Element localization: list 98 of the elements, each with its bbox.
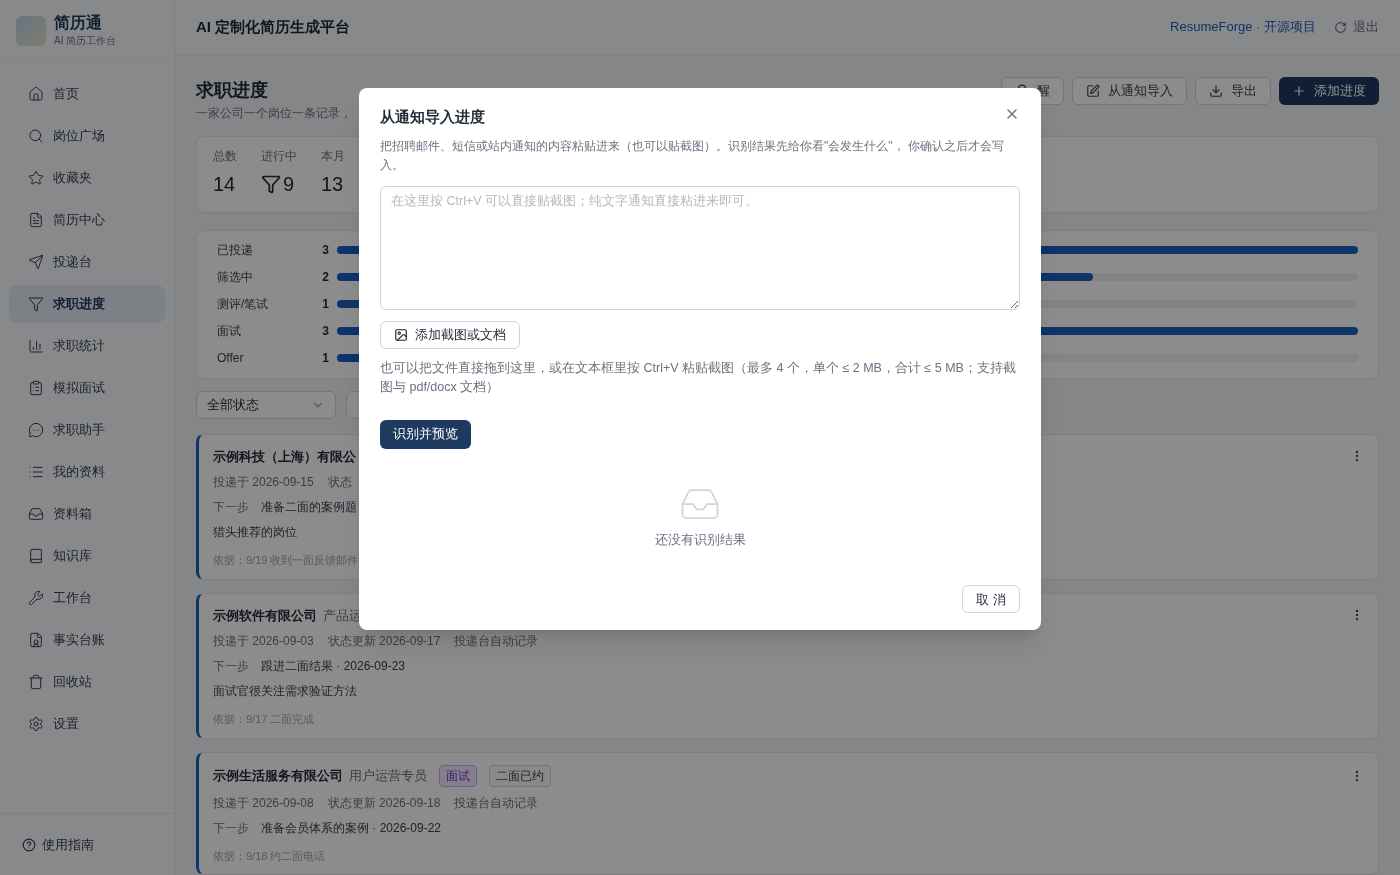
status-tag: 二面已约	[489, 764, 551, 787]
card-meta: 投递于 2026-09-03	[213, 633, 314, 650]
cancel-button[interactable]: 取 消	[962, 585, 1020, 614]
sidebar-item[interactable]: 求职进度	[9, 285, 165, 323]
status-tag: 面试	[439, 764, 477, 787]
help-link[interactable]: 使用指南	[22, 834, 94, 855]
app-name: 简历通	[54, 13, 103, 33]
stat-label: 本月	[321, 148, 345, 165]
dialog-title: 从通知导入进度	[380, 107, 485, 127]
sidebar-item[interactable]: 求职助手	[9, 411, 165, 449]
status-label: 面试	[217, 323, 242, 341]
next-step-value: 准备二面的案例题	[261, 499, 357, 516]
funnel-icon	[28, 296, 44, 312]
stat-value: 9	[283, 172, 295, 197]
bar-chart-icon	[28, 338, 44, 354]
app-subtitle: AI 简历工作台	[54, 34, 117, 48]
plus-icon	[1292, 84, 1306, 98]
app-logo-icon	[16, 15, 46, 46]
next-step-label: 下一步	[213, 819, 249, 837]
stat-label: 总数	[213, 148, 237, 165]
sidebar-item[interactable]: 设置	[9, 705, 165, 743]
empty-state-text: 还没有识别结果	[654, 531, 746, 549]
card-meta: 投递台自动记录	[454, 633, 539, 650]
card-meta: 投递于 2026-09-08	[213, 794, 314, 812]
next-step-label: 下一步	[213, 658, 249, 675]
project-link[interactable]: ResumeForge · 开源项目	[1170, 17, 1316, 37]
toolbar-button[interactable]: 从通知导入	[1072, 77, 1187, 105]
card-note: 猎头推荐的岗位	[213, 524, 297, 541]
sidebar-item[interactable]: 岗位广场	[9, 117, 165, 155]
toolbar-button[interactable]: 导出	[1195, 77, 1271, 105]
company-name: 示例科技（上海）有限公	[213, 447, 356, 466]
attach-button[interactable]: 添加截图或文档	[380, 320, 520, 349]
clipboard-icon	[28, 380, 44, 396]
sidebar-item[interactable]: 求职统计	[9, 327, 165, 365]
attach-hint: 也可以把文件直接拖到这里，或在文本框里按 Ctrl+V 粘贴截图（最多 4 个，单个 ≤ 2 MB，合计 ≤ 5 MB；支持截图与 pdf/docx 文档）	[380, 359, 1017, 396]
next-step-label: 下一步	[213, 499, 249, 516]
search-icon	[28, 128, 44, 144]
profile-document-icon	[28, 632, 44, 648]
status-label: 测评/笔试	[217, 296, 270, 314]
status-count: 1	[321, 350, 329, 368]
sidebar-item[interactable]: 收藏夹	[9, 159, 165, 197]
page-subtitle: 一家公司一个岗位一条记录，	[196, 105, 352, 122]
settings-icon	[28, 716, 44, 732]
trash-icon	[28, 674, 44, 690]
sidebar-item[interactable]: 事实台账	[9, 621, 165, 659]
sidebar-item[interactable]: 简历中心	[9, 201, 165, 239]
wrench-icon	[28, 590, 44, 606]
chat-icon	[28, 422, 44, 438]
company-name: 示例生活服务有限公司	[213, 766, 343, 785]
next-step-value: 跟进二面结果 · 2026-09-23	[261, 658, 406, 675]
sidebar-item[interactable]: 投递台	[9, 243, 165, 281]
notice-text-field[interactable]: 在这里按 Ctrl+V 可以直接贴截图；纯文字通知直接粘进来即可。	[380, 185, 1020, 310]
edit-icon	[1086, 84, 1100, 98]
document-icon	[28, 212, 44, 228]
sidebar-item[interactable]: 工作台	[9, 579, 165, 617]
status-label: Offer	[217, 350, 245, 368]
help-icon	[22, 837, 36, 852]
sidebar-item[interactable]: 资料箱	[9, 495, 165, 533]
sidebar-item[interactable]: 我的资料	[9, 453, 165, 491]
house-icon	[28, 86, 44, 102]
star-icon	[28, 170, 44, 186]
logout-icon	[1334, 20, 1347, 34]
page-header-title: AI 定制化简历生成平台	[196, 16, 351, 37]
list-icon	[28, 464, 44, 480]
next-step-value: 准备会员体系的案例 · 2026-09-22	[261, 819, 442, 837]
card-meta: 状态更新 2026-09-18	[327, 794, 441, 812]
card-meta: 投递于 2026-09-15	[213, 474, 314, 491]
sidebar-item[interactable]: 知识库	[9, 537, 165, 575]
logout-button[interactable]: 退出	[1334, 17, 1379, 37]
sidebar-item[interactable]: 首页	[9, 75, 165, 113]
send-icon	[28, 254, 44, 270]
image-icon	[394, 327, 408, 342]
inbox-icon	[28, 506, 44, 522]
status-count: 1	[321, 296, 329, 314]
funnel-icon	[261, 174, 281, 194]
job-role: 用户运营专员	[349, 766, 427, 785]
status-count: 3	[321, 323, 329, 341]
stat-value: 13	[321, 172, 344, 197]
stat-label: 进行中	[261, 148, 297, 165]
page-title: 求职进度	[196, 79, 269, 102]
sidebar-item[interactable]: 回收站	[9, 663, 165, 701]
toolbar-button[interactable]: 添加进度	[1279, 77, 1379, 105]
status-select[interactable]: 全部状态	[196, 390, 336, 419]
status-count: 3	[321, 242, 329, 260]
sidebar-item[interactable]: 模拟面试	[9, 369, 165, 407]
status-label: 已投递	[217, 242, 254, 260]
card-meta: 状态更新 2026-09-17	[327, 633, 441, 650]
download-icon	[1209, 84, 1223, 98]
status-count: 2	[321, 269, 329, 287]
recognize-button[interactable]: 识别并预览	[380, 419, 471, 449]
card-meta: 状态	[327, 474, 352, 491]
status-label: 筛选中	[217, 269, 254, 287]
company-name: 示例软件有限公司	[213, 606, 317, 625]
stat-value: 14	[213, 172, 236, 197]
card-meta: 投递台自动记录	[454, 794, 539, 812]
dialog-description: 把招聘邮件、短信或站内通知的内容粘贴进来（也可以贴截图）。识别结果先给你看"会发生什么"， 你确认之后才会写入。	[380, 137, 1005, 174]
card-note: 面试官很关注需求验证方法	[213, 683, 357, 700]
book-icon	[28, 548, 44, 564]
